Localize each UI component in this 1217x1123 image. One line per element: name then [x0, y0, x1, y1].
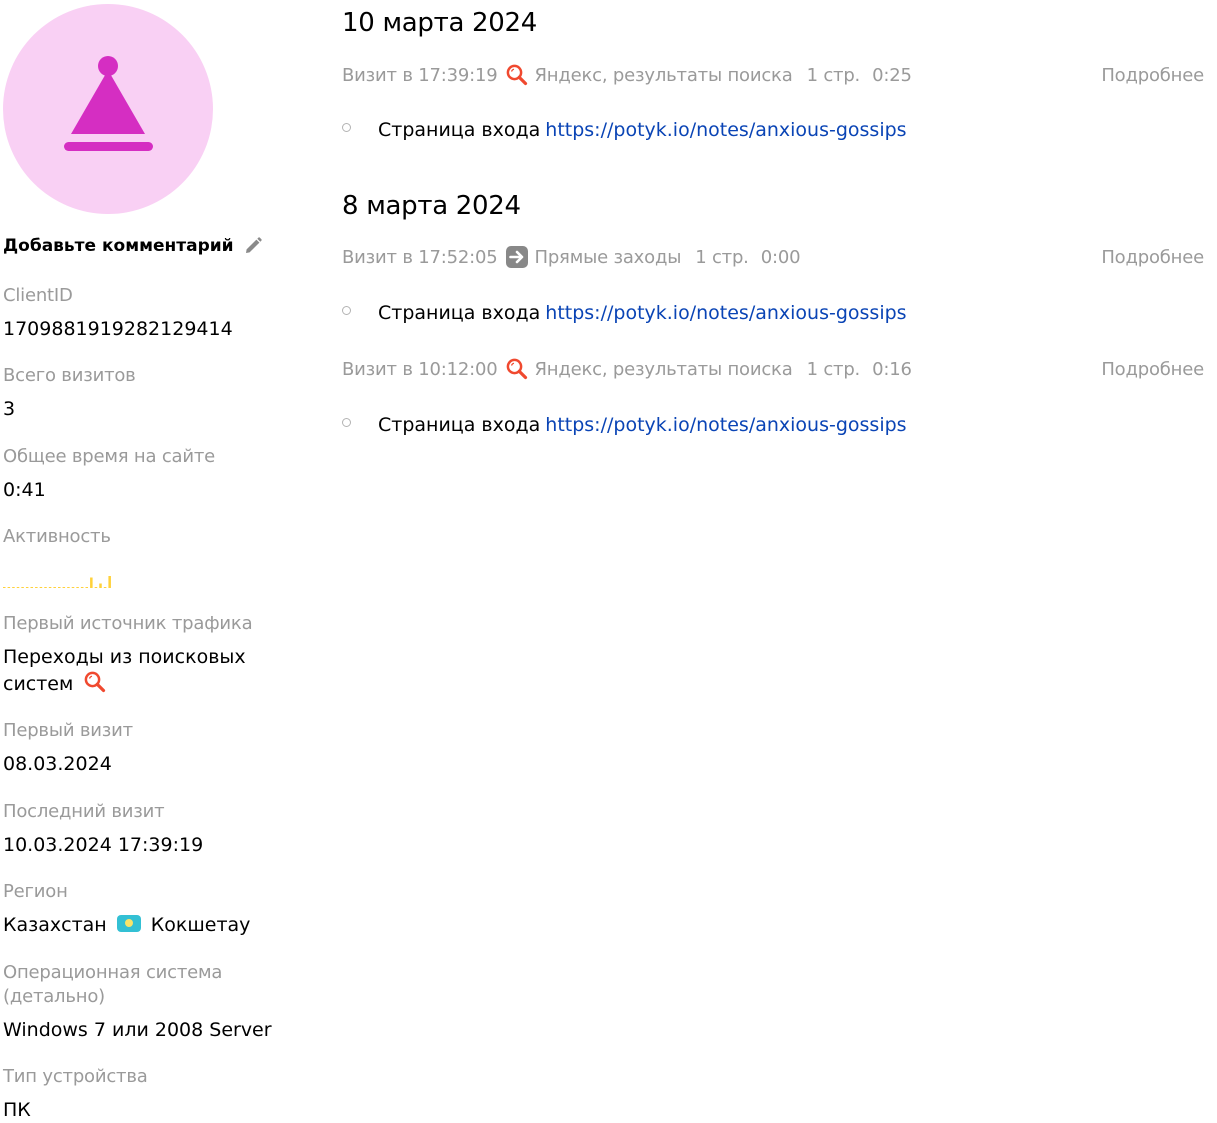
entry-page-row: Страница входа https://potyk.io/notes/an… [342, 414, 907, 436]
list-bullet [342, 417, 351, 427]
activity-baseline-tick [67, 587, 70, 588]
first-source-value: Переходы из поисковых систем [3, 645, 246, 701]
entry-page-link[interactable]: https://potyk.io/notes/anxious-gossips [545, 302, 906, 324]
kazakhstan-flag-icon [116, 915, 141, 932]
search-icon [83, 670, 107, 701]
activity-baseline-tick [48, 587, 52, 588]
entry-page-row: Страница входа https://potyk.io/notes/an… [342, 119, 907, 141]
first-visit-label: Первый визит [3, 720, 133, 741]
total-visits-value: 3 [3, 398, 16, 420]
first-source-text-line2: систем [3, 673, 74, 695]
activity-baseline-tick [25, 587, 29, 588]
activity-baseline-tick [62, 587, 66, 588]
region-value: Казахстан Кокшетау [3, 913, 250, 938]
entry-page-link[interactable]: https://potyk.io/notes/anxious-gossips [545, 414, 906, 436]
pencil-icon[interactable] [243, 236, 263, 256]
activity-baseline-tick [85, 587, 89, 588]
visit-source: Яндекс, результаты поиска [534, 358, 793, 380]
total-visits-label: Всего визитов [3, 365, 136, 386]
comment-placeholder[interactable]: Добавьте комментарий [3, 236, 234, 256]
visit-pages: 1 стр. [806, 358, 861, 380]
activity-baseline-tick [53, 587, 56, 588]
activity-bar [108, 576, 111, 588]
activity-baseline-tick [7, 587, 11, 588]
activity-baseline-tick [58, 587, 61, 588]
search-icon [505, 63, 529, 87]
device-type-label: Тип устройства [3, 1066, 148, 1087]
entry-page-label: Страница входа [378, 119, 541, 141]
visit-row: Визит в 17:52:05 Прямые заходы 1 стр. 0:… [342, 244, 1204, 270]
visit-time: Визит в 17:52:05 [342, 246, 498, 268]
avatar [3, 4, 213, 214]
activity-baseline-tick [76, 587, 79, 588]
list-bullet [342, 122, 351, 132]
activity-bar [99, 583, 102, 588]
search-icon [505, 357, 529, 381]
entry-page-link[interactable]: https://potyk.io/notes/anxious-gossips [545, 119, 906, 141]
visit-row: Визит в 17:39:19 Яндекс, результаты поис… [342, 62, 1204, 88]
region-country: Казахстан [3, 914, 107, 936]
total-time-label: Общее время на сайте [3, 446, 216, 467]
first-visit-value: 08.03.2024 [3, 753, 112, 775]
entry-page-label: Страница входа [378, 302, 541, 324]
entry-page-label: Страница входа [378, 414, 541, 436]
visit-source: Яндекс, результаты поиска [534, 64, 793, 86]
visit-details-link[interactable]: Подробнее [1101, 247, 1204, 268]
activity-baseline-tick [94, 587, 98, 588]
total-time-value: 0:41 [3, 479, 46, 501]
activity-baseline-tick [12, 587, 15, 588]
day-heading: 10 марта 2024 [342, 8, 538, 38]
activity-baseline-tick [35, 587, 38, 588]
activity-baseline-tick [21, 587, 24, 588]
comment-editor[interactable]: Добавьте комментарий [3, 236, 263, 256]
os-label: Операционная система (детально) [3, 961, 222, 1009]
clientid-label: ClientID [3, 285, 73, 306]
activity-baseline-tick [80, 587, 84, 588]
activity-baseline-tick [71, 587, 75, 588]
activity-baseline-tick [16, 587, 20, 588]
activity-baseline-tick [44, 587, 47, 588]
visitor-profile-page: Добавьте комментарий ClientID 1709881919… [0, 0, 1217, 1123]
visit-time: Визит в 10:12:00 [342, 358, 498, 380]
os-value: Windows 7 или 2008 Server [3, 1019, 272, 1041]
last-visit-value: 10.03.2024 17:39:19 [3, 834, 204, 856]
clientid-value: 1709881919282129414 [3, 318, 233, 340]
entry-page-row: Страница входа https://potyk.io/notes/an… [342, 302, 907, 324]
region-label: Регион [3, 881, 68, 902]
last-visit-label: Последний визит [3, 801, 165, 822]
day-heading: 8 марта 2024 [342, 191, 521, 221]
activity-baseline-tick [39, 587, 43, 588]
first-source-text-line1: Переходы из поисковых [3, 646, 246, 668]
visit-time: Визит в 17:39:19 [342, 64, 498, 86]
visit-duration: 0:25 [872, 64, 912, 86]
device-type-value: ПК [3, 1099, 31, 1121]
visit-duration: 0:16 [872, 358, 912, 380]
visit-source: Прямые заходы [534, 246, 682, 268]
visit-pages: 1 стр. [695, 246, 749, 268]
activity-baseline-tick [103, 587, 107, 588]
activity-baseline-tick [3, 587, 6, 588]
activity-label: Активность [3, 526, 111, 547]
visit-duration: 0:00 [760, 246, 801, 268]
os-label-line1: Операционная система [3, 962, 223, 983]
visit-row: Визит в 10:12:00 Яндекс, результаты поис… [342, 356, 1204, 382]
visit-pages: 1 стр. [806, 64, 861, 86]
party-hat-icon [64, 56, 153, 151]
activity-bar [90, 577, 93, 588]
os-label-line2: (детально) [3, 986, 105, 1007]
visit-details-link[interactable]: Подробнее [1101, 359, 1204, 380]
visit-details-link[interactable]: Подробнее [1101, 65, 1204, 86]
region-city: Кокшетау [150, 914, 251, 936]
direct-arrow-icon [505, 245, 529, 269]
list-bullet [342, 305, 351, 315]
activity-baseline-tick [30, 587, 34, 588]
first-source-label: Первый источник трафика [3, 613, 253, 634]
activity-sparkline [3, 576, 111, 588]
